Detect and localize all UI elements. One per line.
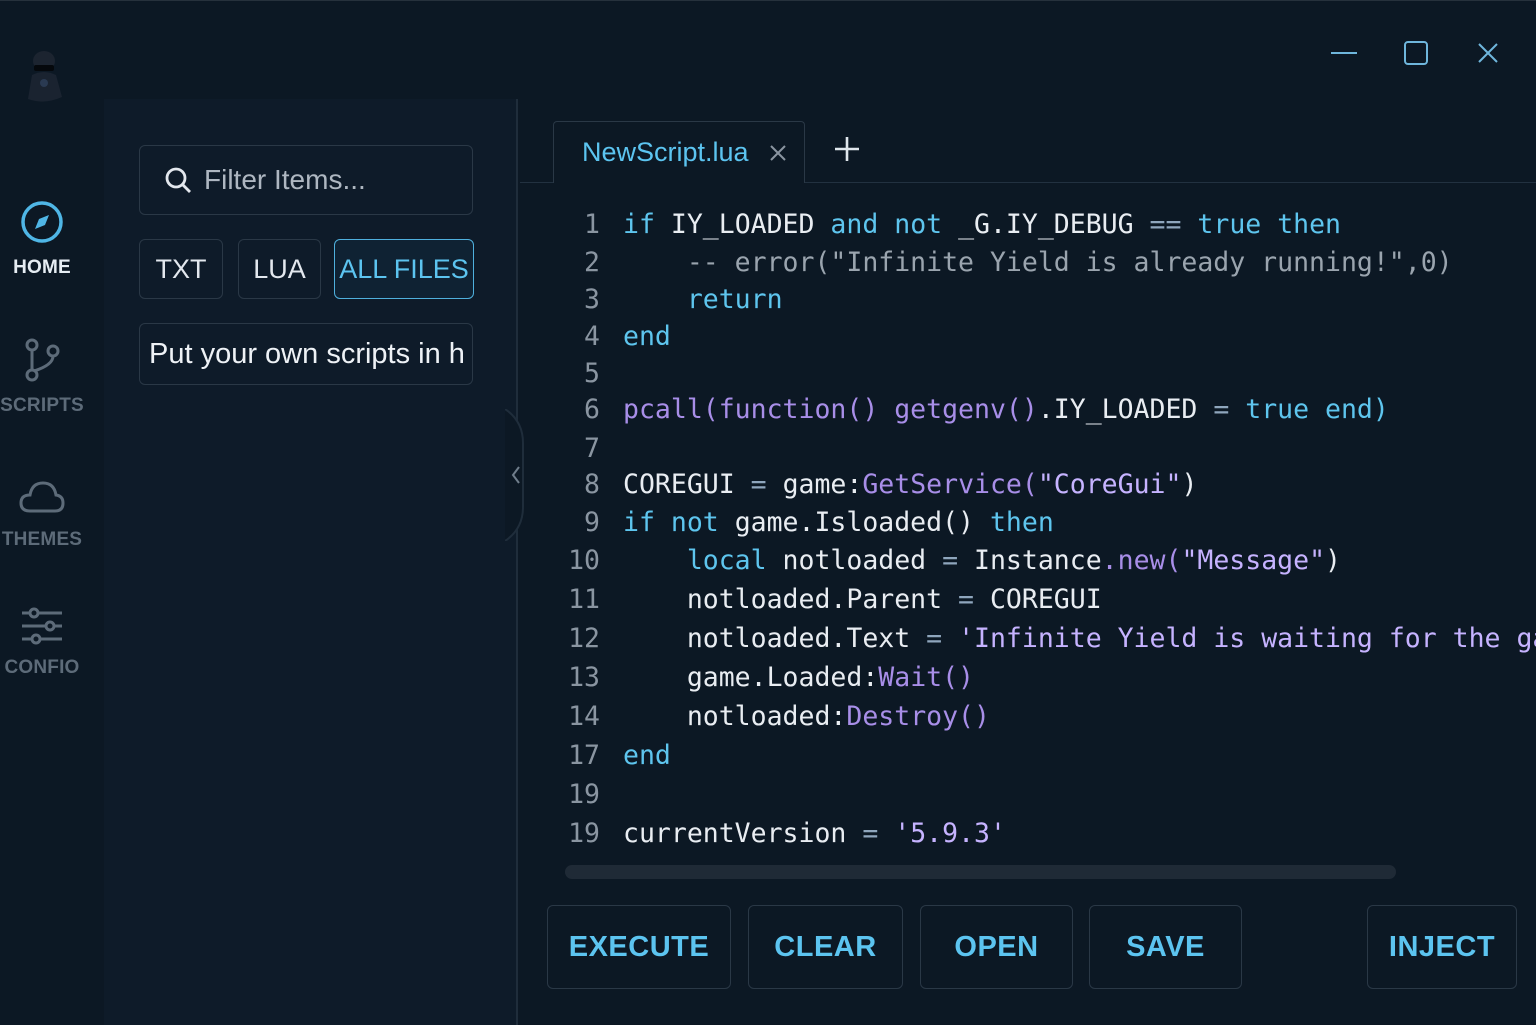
code-line: 8 COREGUI = game: GetService("CoreGui") — [584, 468, 1198, 500]
code-line: 4 end — [584, 320, 671, 352]
avatar[interactable] — [20, 47, 68, 103]
nav-item-home[interactable]: HOME — [0, 199, 84, 279]
compass-icon — [21, 201, 63, 243]
window-controls — [1308, 29, 1524, 77]
nav-item-scripts[interactable]: SCRIPTS — [0, 337, 84, 417]
code-line: 14 notloaded: Destroy() — [568, 700, 990, 732]
filter-chip-lua[interactable]: LUA — [238, 239, 321, 299]
horizontal-scrollbar[interactable] — [565, 865, 1396, 879]
code-line: 11 notloaded.Parent = COREGUI — [568, 583, 1102, 615]
collapse-panel-handle[interactable] — [505, 409, 539, 541]
code-line: 5 — [584, 357, 600, 389]
maximize-icon — [1404, 41, 1428, 65]
code-line: 17 end — [568, 739, 671, 771]
nav-label-themes: THEMES — [1, 529, 83, 550]
clear-button[interactable]: CLEAR — [748, 905, 903, 989]
open-button[interactable]: OPEN — [920, 905, 1073, 989]
minimize-button[interactable] — [1308, 29, 1380, 77]
filter-chip-txt[interactable]: TXT — [139, 239, 223, 299]
inject-button[interactable]: INJECT — [1367, 905, 1517, 989]
filter-placeholder: Filter Items... — [204, 164, 366, 195]
code-line: 19 — [568, 778, 600, 810]
code-editor[interactable]: 1 if IY_LOADED and not _G.IY_DEBUG == tru… — [560, 203, 1536, 853]
nav-item-themes[interactable]: THEMES — [0, 477, 84, 551]
minimize-icon — [1331, 52, 1357, 54]
filter-input[interactable]: Filter Items... — [139, 145, 473, 215]
close-button[interactable] — [1452, 29, 1524, 77]
nav-label-scripts: SCRIPTS — [0, 395, 84, 416]
code-line: 1 if IY_LOADED and not _G.IY_DEBUG == tru… — [584, 208, 1342, 240]
nav-label-config: CONFIO — [4, 657, 80, 678]
add-tab-icon[interactable] — [832, 131, 862, 167]
code-line: 13 game.Loaded: Wait() — [568, 661, 975, 693]
tab-label: NewScript.lua — [582, 137, 749, 167]
code-line: 9 if not game.Isloaded() then — [584, 506, 1054, 538]
code-line: 2 -- error("Infinite Yield is already ru… — [584, 246, 1453, 278]
code-line: 12 notloaded.Text = 'Infinite Yield is w… — [568, 622, 1536, 654]
nav-label-home: HOME — [13, 257, 71, 278]
sidebar-nav: HOME SCRIPTS THEMES CONFIO — [0, 1, 104, 1025]
maximize-button[interactable] — [1380, 29, 1452, 77]
nav-item-config[interactable]: CONFIO — [0, 607, 84, 679]
close-tab-icon[interactable] — [767, 142, 789, 164]
code-line: 10 local notloaded = Instance .new("Messa… — [568, 544, 1341, 576]
search-icon — [165, 167, 191, 193]
execute-button[interactable]: EXECUTE — [547, 905, 731, 989]
tab-newscript[interactable]: NewScript.lua — [553, 121, 805, 183]
cloud-icon — [19, 481, 65, 513]
code-line: 7 — [584, 432, 600, 464]
scripts-folder-hint: Put your own scripts in h — [139, 323, 473, 385]
code-line: 19 currentVersion = '5.9.3' — [568, 817, 1006, 849]
git-branch-icon — [25, 338, 60, 382]
filter-chip-all-files[interactable]: ALL FILES — [334, 239, 474, 299]
save-button[interactable]: SAVE — [1089, 905, 1242, 989]
code-line: 6 pcall(function() getgenv() .IY_LOADED = … — [584, 393, 1389, 425]
sliders-icon — [22, 607, 62, 645]
file-panel: Filter Items... TXT LUA ALL FILES Put yo… — [104, 99, 524, 1025]
editor-tab-bar: NewScript.lua — [520, 121, 1536, 183]
code-line: 3 return — [584, 283, 783, 315]
close-icon — [1478, 43, 1498, 63]
app-window: HOME SCRIPTS THEMES CONFIO Filter Items.… — [0, 0, 1536, 1025]
